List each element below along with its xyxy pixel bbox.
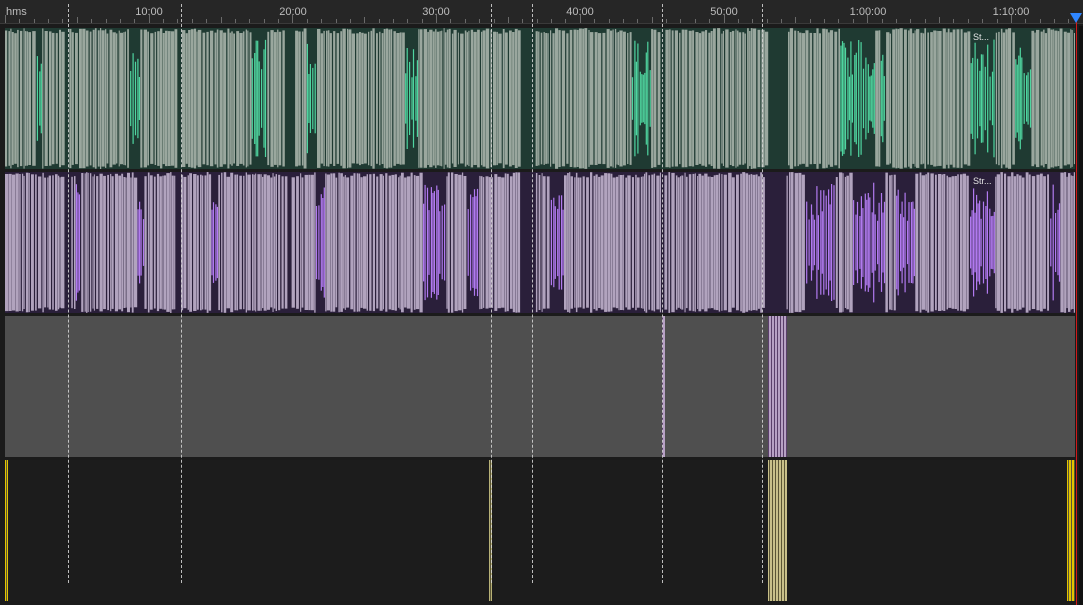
ruler-tick <box>493 19 495 23</box>
ruler-tick <box>421 19 423 23</box>
marker-line[interactable] <box>532 4 533 583</box>
ruler-tick <box>163 19 165 23</box>
track-1-waveform[interactable] <box>5 28 1075 169</box>
ruler-tick <box>62 19 64 23</box>
marker-line[interactable] <box>181 4 182 583</box>
ruler-tick <box>1039 19 1041 23</box>
ruler-tick <box>953 19 955 23</box>
ruler-tick <box>910 19 912 23</box>
track-4-dark[interactable] <box>5 460 1075 601</box>
track-4-waveform[interactable] <box>5 460 1075 601</box>
ruler-tick <box>666 19 668 23</box>
ruler-tick <box>780 19 782 23</box>
marker-line[interactable] <box>762 4 763 583</box>
track-2-clip-label: Str... <box>973 176 992 186</box>
marker-line[interactable] <box>68 4 69 583</box>
ruler-tick <box>378 19 380 23</box>
playhead-line[interactable] <box>1076 16 1077 605</box>
ruler-tick <box>19 19 21 23</box>
ruler-tick <box>263 19 265 23</box>
ruler-tick <box>838 19 840 23</box>
track-2-purple[interactable]: Str... <box>5 172 1075 313</box>
ruler-tick <box>191 19 193 23</box>
ruler-tick <box>651 17 653 23</box>
ruler-tick <box>507 17 509 23</box>
track-1-clip-label: St... <box>973 32 990 42</box>
ruler-tick <box>105 19 107 23</box>
ruler-tick <box>392 19 394 23</box>
marker-line[interactable] <box>662 4 663 583</box>
ruler-tick <box>1010 15 1012 23</box>
ruler-tick <box>895 19 897 23</box>
ruler-tick <box>220 17 222 23</box>
ruler-tick <box>306 19 308 23</box>
marker-line[interactable] <box>491 4 492 583</box>
ruler-tick <box>134 19 136 23</box>
ruler-tick <box>709 19 711 23</box>
ruler-tick <box>752 19 754 23</box>
ruler-tick <box>565 19 567 23</box>
multitrack-area[interactable]: St... Str... <box>0 26 1083 605</box>
ruler-tick <box>206 19 208 23</box>
ruler-tick <box>924 19 926 23</box>
ruler-tick <box>1054 19 1055 23</box>
playhead-triangle-icon[interactable] <box>1070 13 1082 23</box>
ruler-tick <box>48 19 50 23</box>
ruler-tick <box>996 19 998 23</box>
ruler-tick <box>249 19 251 23</box>
ruler-tick <box>335 19 337 23</box>
ruler-tick <box>292 15 294 23</box>
ruler-tick <box>177 19 179 23</box>
ruler-tick <box>608 19 610 23</box>
ruler-tick <box>234 19 236 23</box>
ruler-unit-label: hms <box>6 6 27 18</box>
ruler-tick <box>479 19 481 23</box>
ruler-tick <box>551 19 553 23</box>
ruler-tick <box>464 19 466 23</box>
ruler-tick <box>450 19 452 23</box>
ruler-tick <box>76 17 78 23</box>
ruler-tick <box>680 19 682 23</box>
ruler-tick <box>939 17 941 23</box>
ruler-tick <box>809 19 811 23</box>
ruler-tick <box>436 15 438 23</box>
ruler-tick <box>579 15 581 23</box>
ruler-tick <box>594 19 596 23</box>
ruler-tick <box>881 19 883 23</box>
track-2-waveform[interactable] <box>5 172 1075 313</box>
ruler-tick <box>119 19 121 23</box>
ruler-tick <box>148 15 150 23</box>
ruler-tick <box>522 19 524 23</box>
ruler-tick <box>852 19 854 23</box>
ruler-tick <box>737 19 739 23</box>
ruler-tick <box>33 19 35 23</box>
ruler-tick <box>982 19 984 23</box>
track-1-green[interactable]: St... <box>5 28 1075 169</box>
ruler-tick <box>536 19 538 23</box>
ruler-tick <box>1025 19 1027 23</box>
ruler-tick <box>766 19 768 23</box>
ruler-tick <box>407 19 409 23</box>
ruler-tick <box>278 19 280 23</box>
ruler-tick <box>867 15 869 23</box>
track-3-waveform[interactable] <box>5 316 1075 457</box>
ruler-tick <box>723 15 725 23</box>
ruler-tick <box>5 15 6 23</box>
ruler-tick <box>622 19 624 23</box>
ruler-tick <box>824 19 826 23</box>
ruler-tick <box>349 19 351 23</box>
ruler-tick <box>321 19 323 23</box>
ruler-tick <box>795 17 797 23</box>
timeline-ruler[interactable]: hms 10:00 20:00 30:00 40:00 50:00 1:00:0… <box>0 0 1083 24</box>
ruler-tick <box>967 19 969 23</box>
ruler-tick <box>364 17 366 23</box>
ruler-tick <box>694 19 696 23</box>
ruler-tick <box>637 19 639 23</box>
ruler-tick <box>91 19 93 23</box>
track-3-gray[interactable] <box>5 316 1075 457</box>
vertical-scroll-edge[interactable] <box>1079 26 1083 605</box>
